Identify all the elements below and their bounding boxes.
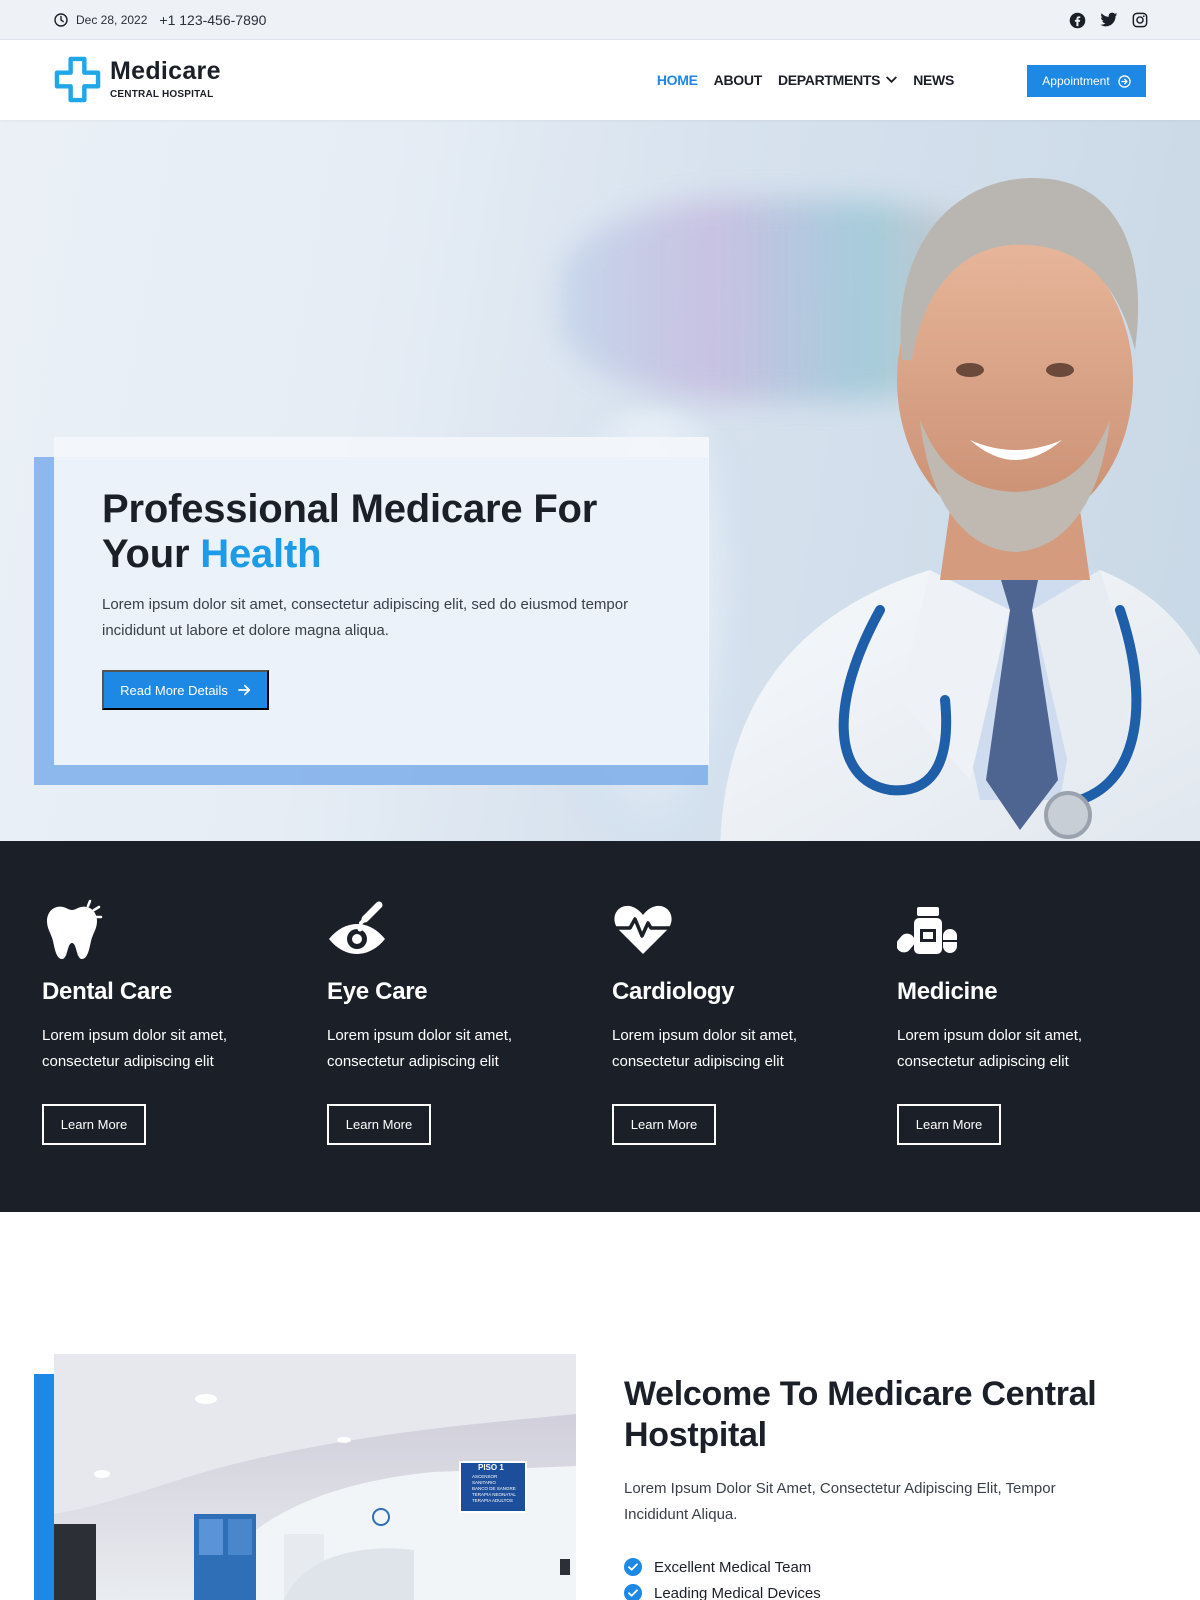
sign-line: TERAPIA NEONATAL	[472, 1492, 516, 1497]
service-card: Eye Care Lorem ipsum dolor sit amet, con…	[327, 899, 567, 1145]
read-more-button[interactable]: Read More Details	[102, 670, 269, 710]
hero-title-accent: Health	[200, 532, 322, 576]
hospital-lobby-photo: PISO 1 ASCENSOR SANITARIO BANCO DE SANGR…	[54, 1354, 576, 1600]
learn-more-button[interactable]: Learn More	[612, 1104, 716, 1145]
logo-subtitle: CENTRAL HOSPITAL	[110, 89, 214, 100]
service-title: Dental Care	[42, 978, 173, 1005]
welcome-title: Welcome To Medicare Central Hostpital	[624, 1375, 1097, 1454]
list-item: Excellent Medical Team	[624, 1554, 821, 1580]
nav-departments-label: DEPARTMENTS	[777, 72, 881, 88]
sign-title: PISO 1	[478, 1463, 504, 1472]
service-card: Cardiology Lorem ipsum dolor sit amet, c…	[612, 899, 852, 1145]
main-nav: HOME ABOUT DEPARTMENTS NEWS	[657, 40, 954, 120]
nav-news[interactable]: NEWS	[913, 72, 954, 88]
logo-name: Medicare	[110, 57, 221, 85]
social-links	[1069, 0, 1148, 40]
hero-title-line1: Professional Medicare For	[102, 487, 598, 531]
nav-about[interactable]: ABOUT	[714, 72, 763, 88]
service-text: Lorem ipsum dolor sit amet, consectetur …	[612, 1027, 798, 1070]
doctor-photo	[720, 177, 1200, 841]
twitter-icon[interactable]	[1100, 12, 1118, 28]
service-title: Medicine	[897, 978, 998, 1005]
learn-more-button[interactable]: Learn More	[327, 1104, 431, 1145]
service-text: Lorem ipsum dolor sit amet, consectetur …	[897, 1027, 1083, 1070]
nav-home[interactable]: HOME	[657, 72, 698, 88]
hero-card: Professional Medicare For Your Health Lo…	[54, 437, 709, 765]
welcome-description: Lorem Ipsum Dolor Sit Amet, Consectetur …	[624, 1480, 1056, 1523]
service-card: Dental Care Lorem ipsum dolor sit amet, …	[42, 899, 282, 1145]
clock-icon	[54, 13, 68, 27]
read-more-label: Read More Details	[120, 682, 228, 698]
arrow-circle-right-icon	[1117, 74, 1131, 88]
medical-cross-icon	[54, 56, 101, 103]
chevron-down-icon	[886, 76, 897, 84]
service-title: Cardiology	[612, 978, 735, 1005]
instagram-icon[interactable]	[1132, 12, 1148, 28]
feature-label: Excellent Medical Team	[654, 1558, 812, 1576]
hero-section: Professional Medicare For Your Health Lo…	[0, 120, 1200, 841]
medicine-bottle-icon	[897, 899, 959, 961]
eye-dropper-icon	[327, 899, 389, 961]
learn-more-button[interactable]: Learn More	[42, 1104, 146, 1145]
phone-number[interactable]: +1 123-456-7890	[159, 12, 266, 28]
site-logo[interactable]: Medicare CENTRAL HOSPITAL	[54, 56, 221, 103]
list-item: Leading Medical Devices	[624, 1580, 821, 1600]
sign-line: ASCENSOR	[472, 1474, 498, 1479]
nav-departments[interactable]: DEPARTMENTS	[778, 72, 897, 88]
appointment-label: Appointment	[1042, 74, 1110, 88]
appointment-button[interactable]: Appointment	[1027, 65, 1146, 97]
service-title: Eye Care	[327, 978, 428, 1005]
facebook-icon[interactable]	[1069, 12, 1086, 29]
top-bar: Dec 28, 2022 +1 123-456-7890	[0, 0, 1200, 40]
sign-line: SANITARIO	[472, 1480, 496, 1485]
feature-list: Excellent Medical Team Leading Medical D…	[624, 1554, 821, 1600]
sign-line: BANCO DE SANGRE	[472, 1486, 516, 1491]
services-section: Dental Care Lorem ipsum dolor sit amet, …	[0, 841, 1200, 1212]
heart-pulse-icon	[612, 899, 674, 961]
hero-title: Professional Medicare For Your Health	[102, 487, 682, 577]
service-text: Lorem ipsum dolor sit amet, consectetur …	[327, 1027, 513, 1070]
check-circle-icon	[624, 1584, 642, 1600]
contact-info: Dec 28, 2022 +1 123-456-7890	[54, 0, 266, 40]
service-card: Medicine Lorem ipsum dolor sit amet, con…	[897, 899, 1137, 1145]
site-header: Medicare CENTRAL HOSPITAL HOME ABOUT DEP…	[0, 40, 1200, 120]
sign-line: TERAPIA ADULTOS	[472, 1498, 513, 1503]
hero-title-prefix: Your	[102, 532, 190, 576]
feature-label: Leading Medical Devices	[654, 1584, 821, 1600]
hero-description: Lorem ipsum dolor sit amet, consectetur …	[102, 596, 629, 639]
arrow-right-icon	[237, 684, 251, 696]
check-circle-icon	[624, 1558, 642, 1576]
service-text: Lorem ipsum dolor sit amet, consectetur …	[42, 1027, 228, 1070]
current-date: Dec 28, 2022	[76, 13, 148, 27]
learn-more-button[interactable]: Learn More	[897, 1104, 1001, 1145]
tooth-icon	[42, 899, 104, 961]
